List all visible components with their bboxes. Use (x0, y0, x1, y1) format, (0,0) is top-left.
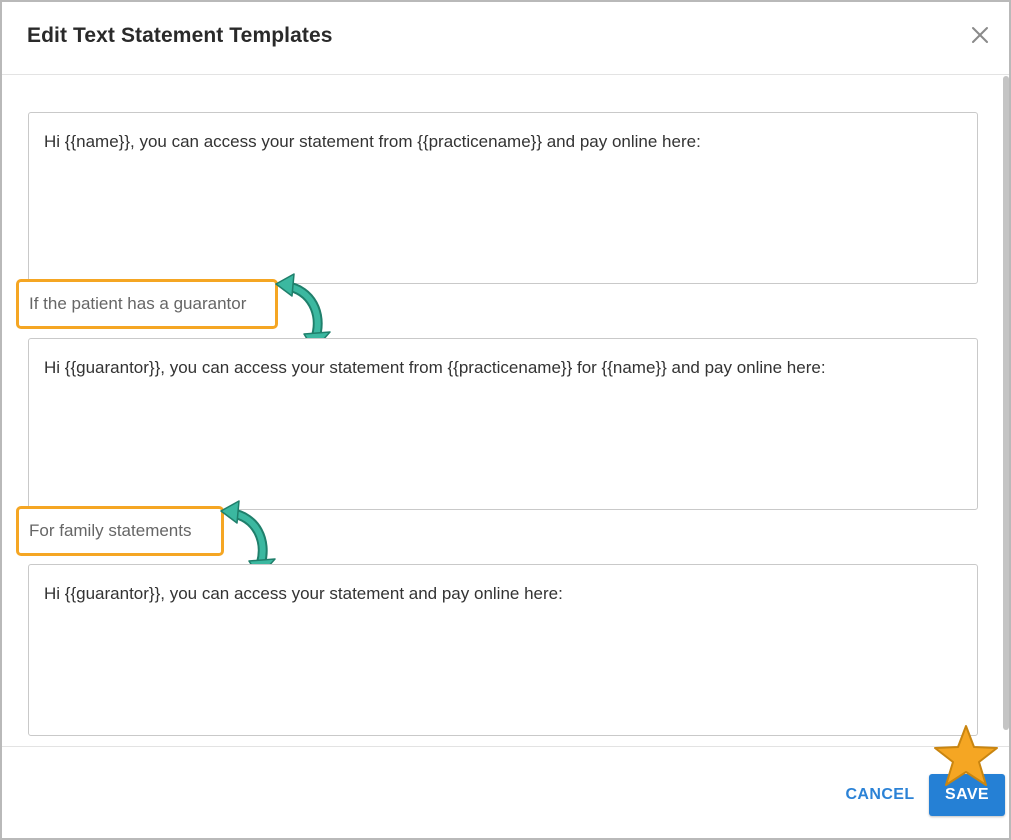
template-textarea-family[interactable]: Hi {{guarantor}}, you can access your st… (28, 564, 978, 736)
dialog-title: Edit Text Statement Templates (27, 24, 333, 47)
star-icon (934, 725, 998, 786)
template-textarea-default[interactable]: Hi {{name}}, you can access your stateme… (28, 112, 978, 284)
scrollbar[interactable] (1003, 76, 1009, 730)
callout-guarantor: If the patient has a guarantor (16, 279, 278, 329)
template-textarea-guarantor[interactable]: Hi {{guarantor}}, you can access your st… (28, 338, 978, 510)
cancel-button[interactable]: CANCEL (840, 774, 920, 816)
dialog-header: Edit Text Statement Templates (2, 2, 1009, 75)
callout-family-statements: For family statements (16, 506, 224, 556)
close-icon[interactable] (968, 23, 992, 47)
edit-templates-dialog: Edit Text Statement Templates Hi {{name}… (0, 0, 1011, 840)
